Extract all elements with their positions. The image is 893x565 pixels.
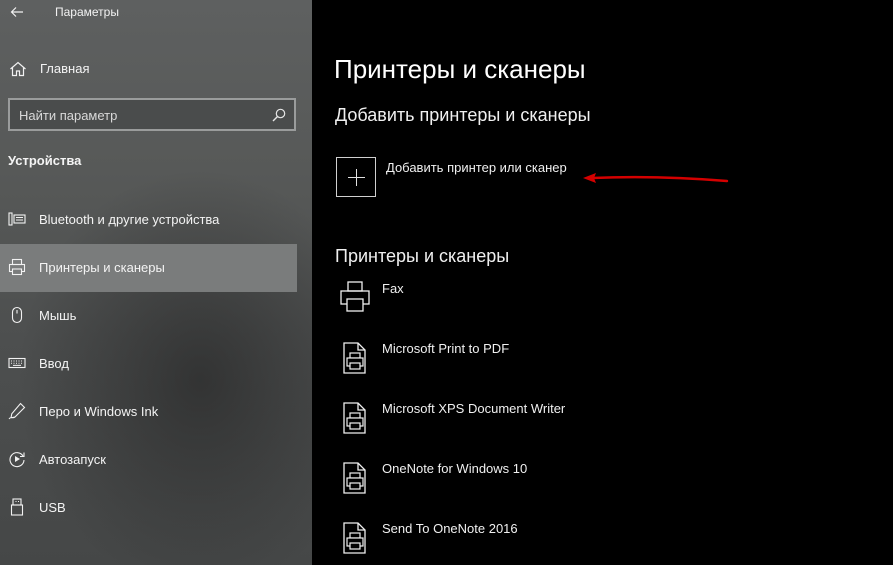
autoplay-icon [9,452,25,468]
printers-list: Fax Microsoft Print to PDF Microsoft XPS [336,278,876,565]
fax-icon [340,281,370,312]
search-icon[interactable] [272,108,286,122]
printer-name: Microsoft XPS Document Writer [382,401,566,416]
printer-document-icon [343,342,366,374]
usb-icon [10,498,24,516]
back-button[interactable] [7,3,27,21]
sidebar-item-autoplay[interactable]: Автозапуск [0,436,297,484]
sidebar-item-mouse[interactable]: Мышь [0,292,297,340]
printer-document-icon [343,402,366,434]
sidebar-item-label: Автозапуск [39,452,106,467]
printer-name: Fax [382,281,404,296]
printer-item-xps[interactable]: Microsoft XPS Document Writer [336,398,876,458]
search-box [8,98,296,131]
page-title: Принтеры и сканеры [334,54,586,84]
main-content: Принтеры и сканеры Добавить принтеры и с… [312,0,893,565]
sidebar-item-label: Главная [40,61,90,76]
app-title: Параметры [55,5,119,19]
sidebar: Параметры Главная Устройства Bluetooth и… [0,0,312,565]
bluetooth-devices-icon [8,212,26,226]
sidebar-item-printers[interactable]: Принтеры и сканеры [0,244,297,292]
home-icon [10,61,26,77]
printer-name: Microsoft Print to PDF [382,341,510,356]
sidebar-item-input[interactable]: Ввод [0,340,297,388]
sidebar-item-label: USB [39,500,66,515]
printer-item-pdf[interactable]: Microsoft Print to PDF [336,338,876,398]
sidebar-item-label: Принтеры и сканеры [39,260,165,275]
add-section-title: Добавить принтеры и сканеры [335,105,591,125]
sidebar-item-label: Перо и Windows Ink [39,404,159,419]
arrow-left-icon [10,7,23,17]
sidebar-item-label: Ввод [39,356,69,371]
printer-name: Send To OneNote 2016 [382,521,518,536]
section-title: Устройства [8,153,82,168]
keyboard-icon [8,357,26,369]
add-printer-button[interactable] [336,157,376,197]
printer-document-icon [343,462,366,494]
annotation-arrow-icon [583,173,729,183]
printer-icon [8,258,26,276]
sidebar-item-usb[interactable]: USB [0,484,297,532]
sidebar-item-home[interactable]: Главная [0,55,312,83]
title-bar: Параметры [0,0,312,26]
search-input[interactable] [19,106,259,124]
sidebar-item-pen[interactable]: Перо и Windows Ink [0,388,297,436]
sidebar-item-label: Мышь [39,308,77,323]
sidebar-item-bluetooth[interactable]: Bluetooth и другие устройства [0,196,297,244]
printer-item-fax[interactable]: Fax [336,278,876,338]
printers-list-title: Принтеры и сканеры [335,246,510,266]
printer-item-onenote-win10[interactable]: OneNote for Windows 10 [336,458,876,518]
printer-name: OneNote for Windows 10 [382,461,528,476]
mouse-icon [11,306,23,324]
printer-document-icon [343,522,366,554]
printer-item-onenote-2016[interactable]: Send To OneNote 2016 [336,518,876,565]
sidebar-nav: Bluetooth и другие устройства Принтеры и… [0,196,297,532]
add-printer-label[interactable]: Добавить принтер или сканер [386,160,567,175]
pen-icon [8,402,26,420]
sidebar-item-label: Bluetooth и другие устройства [39,212,220,227]
